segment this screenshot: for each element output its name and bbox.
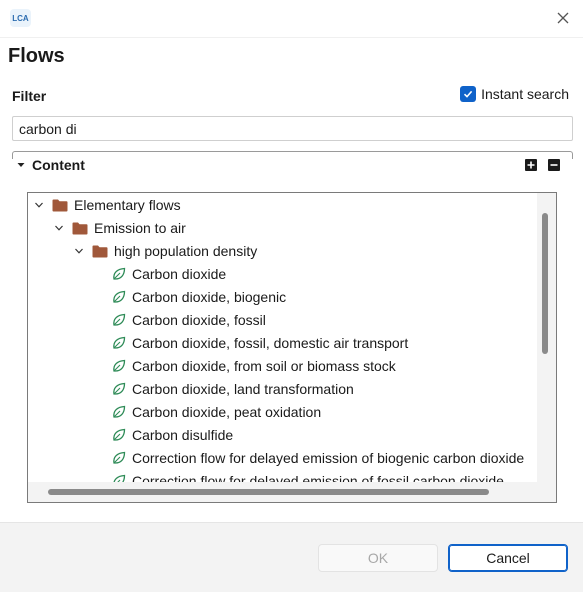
tree-flow-item[interactable]: Carbon dioxide, from soil or biomass sto…: [112, 355, 396, 377]
tree-label: Carbon disulfide: [132, 427, 234, 443]
folder-icon: [72, 222, 88, 234]
cancel-button[interactable]: Cancel: [448, 544, 568, 572]
dialog-title: Flows: [8, 45, 65, 67]
folder-icon: [92, 245, 108, 257]
tree-label: Emission to air: [94, 220, 186, 236]
tree-label: Carbon dioxide: [132, 266, 227, 282]
leaf-icon: [113, 336, 126, 349]
title-bar: LCA: [0, 0, 583, 38]
collapse-all-icon[interactable]: [548, 159, 560, 171]
tree-flow-item[interactable]: Carbon dioxide, peat oxidation: [112, 401, 321, 423]
tree-flow-item[interactable]: Carbon dioxide, biogenic: [112, 286, 286, 308]
tree-folder-emission-to-air[interactable]: Emission to air: [52, 217, 186, 239]
tree-label: Correction flow for delayed emission of …: [132, 450, 525, 466]
tree-label: Carbon dioxide, peat oxidation: [132, 404, 322, 420]
tree-label: Carbon dioxide, land transformation: [132, 381, 354, 397]
app-logo-text: LCA: [12, 13, 29, 23]
tree-flow-item[interactable]: Carbon dioxide, fossil: [112, 309, 266, 331]
tree-flow-item[interactable]: Carbon dioxide, land transformation: [112, 378, 354, 400]
vertical-scroll-thumb[interactable]: [542, 213, 548, 354]
content-section-border: [12, 151, 573, 159]
content-section-toggle[interactable]: Content: [16, 157, 85, 173]
instant-search-label: Instant search: [481, 86, 569, 102]
chevron-down-icon[interactable]: [52, 221, 66, 235]
close-icon[interactable]: [555, 10, 571, 26]
tree-folder-elementary-flows[interactable]: Elementary flows: [32, 194, 181, 216]
leaf-icon: [113, 405, 126, 418]
chevron-down-icon[interactable]: [72, 244, 86, 258]
tree-label: high population density: [114, 243, 258, 259]
leaf-icon: [113, 382, 126, 395]
filter-input[interactable]: [12, 116, 573, 141]
folder-icon: [52, 199, 68, 211]
tree-label: Carbon dioxide, biogenic: [132, 289, 287, 305]
chevron-down-icon: [17, 163, 25, 167]
checkbox-checked-icon[interactable]: [460, 86, 477, 102]
flow-tree[interactable]: Elementary flows Emission to air high po…: [27, 192, 557, 503]
filter-label: Filter: [12, 88, 47, 104]
tree-flow-item[interactable]: Correction flow for delayed emission of …: [112, 447, 524, 469]
horizontal-scroll-thumb[interactable]: [48, 489, 489, 495]
tree-flow-item[interactable]: Carbon dioxide, fossil, domestic air tra…: [112, 332, 408, 354]
tree-flow-item[interactable]: Carbon disulfide: [112, 424, 233, 446]
leaf-icon: [113, 428, 126, 441]
tree-label: Carbon dioxide, fossil, domestic air tra…: [132, 335, 409, 351]
leaf-icon: [113, 267, 126, 280]
scroll-corner: [537, 482, 556, 502]
leaf-icon: [113, 359, 126, 372]
leaf-icon: [113, 451, 126, 464]
instant-search-checkbox[interactable]: Instant search: [460, 86, 569, 102]
tree-label: Carbon dioxide, fossil: [132, 312, 266, 328]
tree-label: Elementary flows: [74, 197, 181, 213]
leaf-icon: [113, 290, 126, 303]
expand-all-icon[interactable]: [525, 159, 537, 171]
content-section-label: Content: [32, 157, 85, 173]
tree-flow-item[interactable]: Carbon dioxide: [112, 263, 226, 285]
app-logo-icon: LCA: [10, 9, 31, 27]
chevron-down-icon[interactable]: [32, 198, 46, 212]
tree-folder-high-population-density[interactable]: high population density: [72, 240, 257, 262]
ok-button[interactable]: OK: [318, 544, 438, 572]
tree-label: Carbon dioxide, from soil or biomass sto…: [132, 358, 396, 374]
leaf-icon: [113, 313, 126, 326]
